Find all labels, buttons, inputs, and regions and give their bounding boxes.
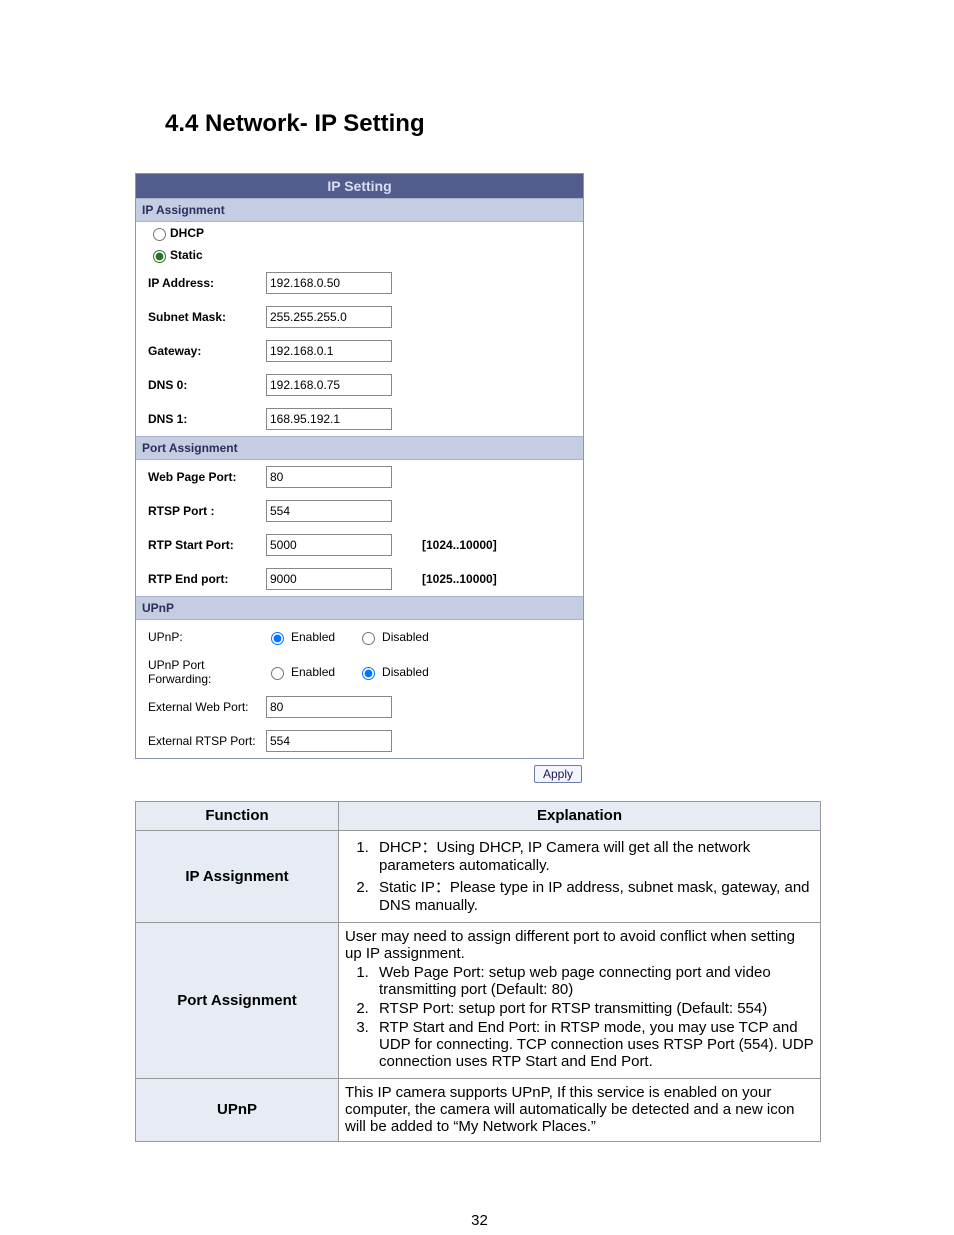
rtp-start-input[interactable] <box>266 534 392 556</box>
fn-ip-assignment: IP Assignment <box>136 831 339 923</box>
upnp-label: UPnP: <box>148 630 266 644</box>
ip-address-label: IP Address: <box>148 276 266 290</box>
upnp-disabled-radio[interactable] <box>362 632 375 645</box>
exp-ip-item: Static IP：Please type in IP address, sub… <box>373 876 814 914</box>
fn-port-assignment: Port Assignment <box>136 923 339 1079</box>
explanation-table: Function Explanation IP Assignment DHCP：… <box>135 801 821 1142</box>
dns0-label: DNS 0: <box>148 378 266 392</box>
ext-rtsp-label: External RTSP Port: <box>148 734 266 748</box>
upnp-fw-disabled-radio[interactable] <box>362 667 375 680</box>
upnp-enabled-radio[interactable] <box>271 632 284 645</box>
dhcp-radio[interactable] <box>153 228 166 241</box>
table-row: Port Assignment User may need to assign … <box>136 923 821 1079</box>
ext-web-input[interactable] <box>266 696 392 718</box>
rtp-start-label: RTP Start Port: <box>148 538 266 552</box>
dhcp-label: DHCP <box>170 226 204 240</box>
page-number: 32 <box>135 1212 824 1229</box>
ext-web-label: External Web Port: <box>148 700 266 714</box>
table-row: IP Assignment DHCP：Using DHCP, IP Camera… <box>136 831 821 923</box>
rtp-start-hint: [1024..10000] <box>422 538 497 552</box>
page-heading: 4.4 Network- IP Setting <box>165 110 824 138</box>
upnp-enabled-label: Enabled <box>291 630 335 644</box>
subnet-mask-input[interactable] <box>266 306 392 328</box>
fn-upnp: UPnP <box>136 1079 339 1142</box>
th-function: Function <box>136 802 339 831</box>
dns1-input[interactable] <box>266 408 392 430</box>
section-ip-assignment: IP Assignment <box>136 198 583 222</box>
static-label: Static <box>170 248 203 262</box>
rtsp-port-input[interactable] <box>266 500 392 522</box>
th-explanation: Explanation <box>339 802 821 831</box>
rtp-end-label: RTP End port: <box>148 572 266 586</box>
exp-port-item: Web Page Port: setup web page connecting… <box>373 964 814 998</box>
web-port-input[interactable] <box>266 466 392 488</box>
exp-port-item: RTP Start and End Port: in RTSP mode, yo… <box>373 1019 814 1070</box>
dns1-label: DNS 1: <box>148 412 266 426</box>
ip-address-input[interactable] <box>266 272 392 294</box>
subnet-mask-label: Subnet Mask: <box>148 310 266 324</box>
upnp-fw-disabled-label: Disabled <box>382 665 429 679</box>
static-radio[interactable] <box>153 250 166 263</box>
upnp-fw-enabled-radio[interactable] <box>271 667 284 680</box>
gateway-label: Gateway: <box>148 344 266 358</box>
gateway-input[interactable] <box>266 340 392 362</box>
web-port-label: Web Page Port: <box>148 470 266 484</box>
rtp-end-hint: [1025..10000] <box>422 572 497 586</box>
table-row: UPnP This IP camera supports UPnP, If th… <box>136 1079 821 1142</box>
dns0-input[interactable] <box>266 374 392 396</box>
ext-rtsp-input[interactable] <box>266 730 392 752</box>
upnp-disabled-label: Disabled <box>382 630 429 644</box>
exp-port-lead: User may need to assign different port t… <box>345 928 814 962</box>
exp-upnp: This IP camera supports UPnP, If this se… <box>339 1079 821 1142</box>
section-port-assignment: Port Assignment <box>136 436 583 460</box>
exp-ip-assignment: DHCP：Using DHCP, IP Camera will get all … <box>339 831 821 923</box>
rtsp-port-label: RTSP Port : <box>148 504 266 518</box>
upnp-fw-label: UPnP Port Forwarding: <box>148 658 266 686</box>
upnp-fw-enabled-label: Enabled <box>291 665 335 679</box>
panel-title: IP Setting <box>136 174 583 198</box>
ip-setting-panel: IP Setting IP Assignment DHCP Static IP … <box>135 173 584 759</box>
exp-port-assignment: User may need to assign different port t… <box>339 923 821 1079</box>
section-upnp: UPnP <box>136 596 583 620</box>
rtp-end-input[interactable] <box>266 568 392 590</box>
apply-button[interactable]: Apply <box>534 765 582 783</box>
exp-ip-item: DHCP：Using DHCP, IP Camera will get all … <box>373 836 814 874</box>
exp-port-item: RTSP Port: setup port for RTSP transmitt… <box>373 1000 814 1017</box>
